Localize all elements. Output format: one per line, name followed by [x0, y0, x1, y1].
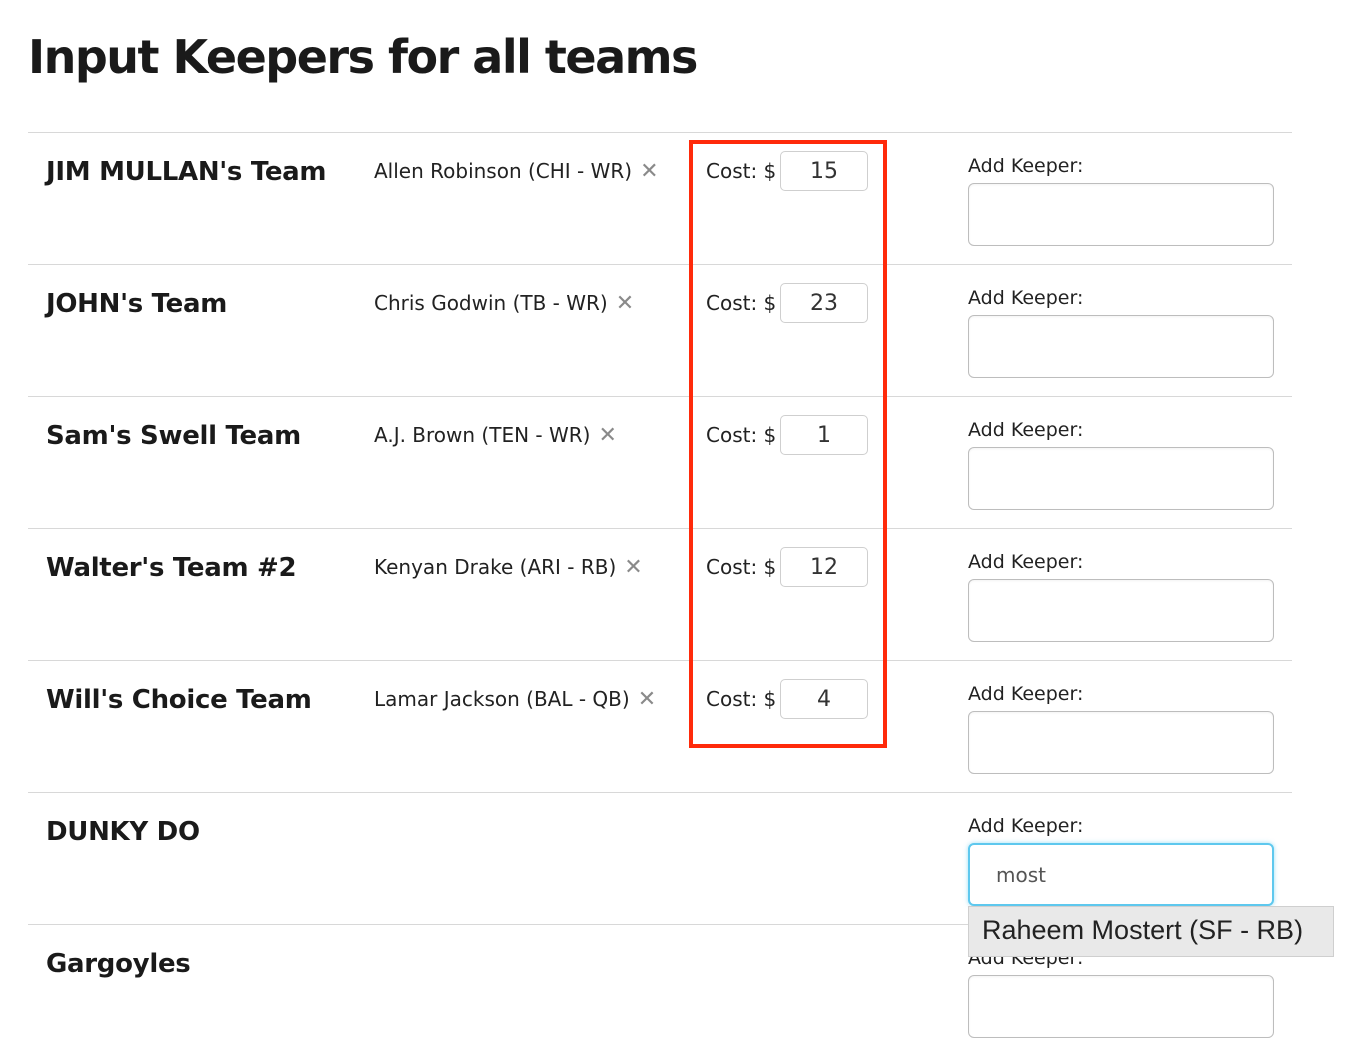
add-keeper-input[interactable]: [968, 975, 1274, 1038]
keeper-entry: A.J. Brown (TEN - WR) ✕: [374, 423, 617, 448]
cost-input[interactable]: [780, 679, 868, 719]
keeper-name: Chris Godwin (TB - WR): [374, 291, 608, 315]
add-keeper-label: Add Keeper:: [968, 287, 1084, 309]
cost-label: Cost: $: [706, 423, 777, 447]
remove-icon[interactable]: ✕: [640, 159, 658, 184]
remove-icon[interactable]: ✕: [624, 555, 642, 580]
team-row: DUNKY DO Add Keeper:: [28, 792, 1292, 924]
team-row: JOHN's Team Chris Godwin (TB - WR) ✕ Cost…: [28, 264, 1292, 396]
add-keeper-input[interactable]: [968, 315, 1274, 378]
add-keeper-input[interactable]: [968, 711, 1274, 774]
keeper-entry: Kenyan Drake (ARI - RB) ✕: [374, 555, 643, 580]
team-row: Walter's Team #2 Kenyan Drake (ARI - RB)…: [28, 528, 1292, 660]
cost-input[interactable]: [780, 151, 868, 191]
cost-input[interactable]: [780, 547, 868, 587]
add-keeper-label: Add Keeper:: [968, 419, 1084, 441]
team-row: Sam's Swell Team A.J. Brown (TEN - WR) ✕ …: [28, 396, 1292, 528]
autocomplete-suggestion[interactable]: Raheem Mostert (SF - RB): [968, 906, 1334, 957]
team-name: Walter's Team #2: [46, 553, 297, 583]
cost-input[interactable]: [780, 415, 868, 455]
add-keeper-label: Add Keeper:: [968, 815, 1084, 837]
add-keeper-input[interactable]: [968, 579, 1274, 642]
keeper-entry: Allen Robinson (CHI - WR) ✕: [374, 159, 659, 184]
keeper-entry: Chris Godwin (TB - WR) ✕: [374, 291, 634, 316]
team-name: Gargoyles: [46, 949, 191, 979]
team-name: JIM MULLAN's Team: [46, 157, 327, 187]
page-title: Input Keepers for all teams: [28, 30, 698, 84]
team-name: Sam's Swell Team: [46, 421, 301, 451]
add-keeper-input[interactable]: [968, 843, 1274, 906]
cost-input[interactable]: [780, 283, 868, 323]
add-keeper-input[interactable]: [968, 447, 1274, 510]
remove-icon[interactable]: ✕: [638, 687, 656, 712]
add-keeper-label: Add Keeper:: [968, 551, 1084, 573]
keeper-entry: Lamar Jackson (BAL - QB) ✕: [374, 687, 656, 712]
keeper-name: A.J. Brown (TEN - WR): [374, 423, 591, 447]
page: Input Keepers for all teams JIM MULLAN's…: [0, 0, 1368, 1054]
keeper-name: Kenyan Drake (ARI - RB): [374, 555, 617, 579]
team-row: Will's Choice Team Lamar Jackson (BAL - …: [28, 660, 1292, 792]
team-name: JOHN's Team: [46, 289, 228, 319]
cost-label: Cost: $: [706, 687, 777, 711]
team-name: Will's Choice Team: [46, 685, 312, 715]
keeper-name: Allen Robinson (CHI - WR): [374, 159, 633, 183]
remove-icon[interactable]: ✕: [598, 423, 616, 448]
team-row: JIM MULLAN's Team Allen Robinson (CHI - …: [28, 132, 1292, 264]
remove-icon[interactable]: ✕: [616, 291, 634, 316]
keeper-name: Lamar Jackson (BAL - QB): [374, 687, 630, 711]
add-keeper-label: Add Keeper:: [968, 683, 1084, 705]
add-keeper-input[interactable]: [968, 183, 1274, 246]
add-keeper-label: Add Keeper:: [968, 155, 1084, 177]
cost-label: Cost: $: [706, 159, 777, 183]
cost-label: Cost: $: [706, 555, 777, 579]
cost-label: Cost: $: [706, 291, 777, 315]
team-name: DUNKY DO: [46, 817, 200, 847]
